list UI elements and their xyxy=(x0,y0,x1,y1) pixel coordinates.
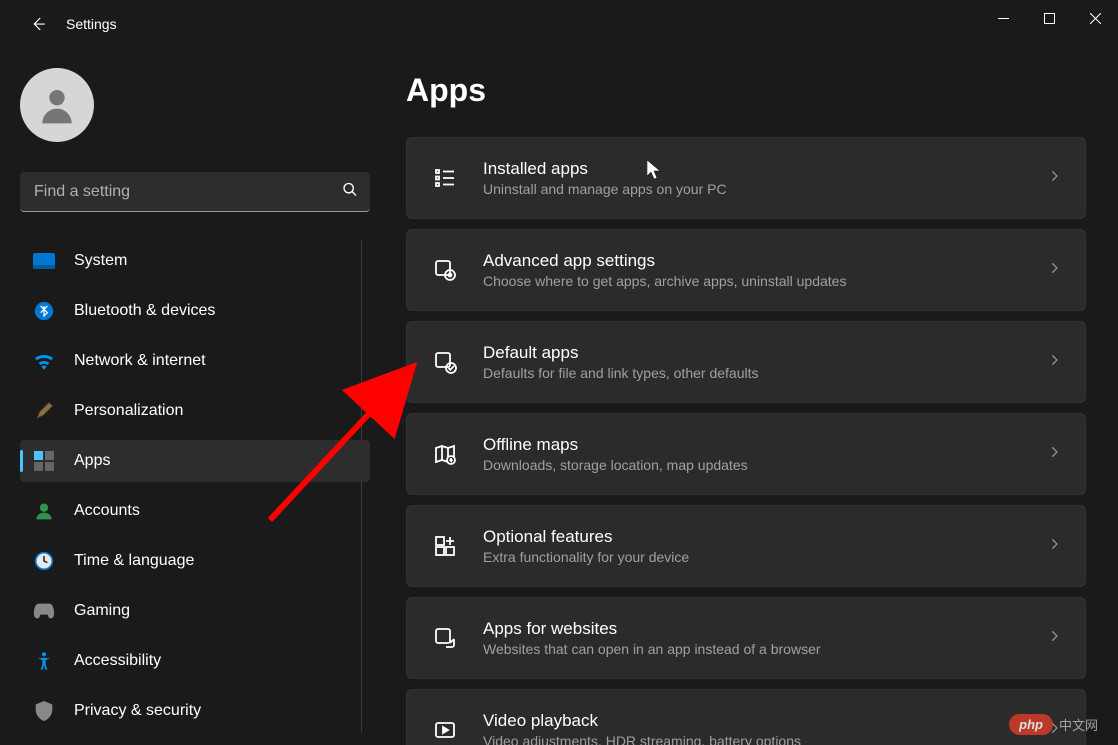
list-icon xyxy=(431,164,459,192)
bluetooth-icon xyxy=(32,299,56,323)
chevron-right-icon xyxy=(1047,353,1061,372)
gamepad-icon xyxy=(32,599,56,623)
card-subtitle: Downloads, storage location, map updates xyxy=(483,457,1047,473)
search-box xyxy=(20,172,370,212)
window-controls xyxy=(980,0,1118,36)
minimize-icon xyxy=(998,13,1009,24)
sidebar-item-privacy[interactable]: Privacy & security xyxy=(20,690,370,732)
card-subtitle: Video adjustments, HDR streaming, batter… xyxy=(483,733,1047,745)
brush-icon xyxy=(32,399,56,423)
card-title: Optional features xyxy=(483,527,1047,547)
back-button[interactable] xyxy=(18,4,58,44)
sidebar-item-label: Time & language xyxy=(74,552,194,570)
app-check-icon xyxy=(431,348,459,376)
sidebar-item-apps[interactable]: Apps xyxy=(20,440,370,482)
sidebar-item-network[interactable]: Network & internet xyxy=(20,340,370,382)
chevron-right-icon xyxy=(1047,537,1061,556)
sidebar-item-label: Accessibility xyxy=(74,652,161,670)
map-download-icon xyxy=(431,440,459,468)
back-arrow-icon xyxy=(29,15,47,33)
titlebar: Settings xyxy=(0,0,1118,48)
system-icon xyxy=(32,249,56,273)
card-installed-apps[interactable]: Installed apps Uninstall and manage apps… xyxy=(406,137,1086,219)
sidebar-item-system[interactable]: System xyxy=(20,240,370,282)
card-title: Installed apps xyxy=(483,159,1047,179)
apps-icon xyxy=(32,449,56,473)
sidebar-item-personalization[interactable]: Personalization xyxy=(20,390,370,432)
card-optional-features[interactable]: Optional features Extra functionality fo… xyxy=(406,505,1086,587)
card-title: Apps for websites xyxy=(483,619,1047,639)
sidebar-item-label: Apps xyxy=(74,452,110,470)
watermark: php 中文网 xyxy=(1009,714,1098,735)
account-icon xyxy=(32,499,56,523)
search-input[interactable] xyxy=(20,172,370,212)
sidebar-item-label: Personalization xyxy=(74,402,183,420)
card-subtitle: Choose where to get apps, archive apps, … xyxy=(483,273,1047,289)
app-link-icon xyxy=(431,624,459,652)
sidebar-item-label: Accounts xyxy=(74,502,140,520)
close-button[interactable] xyxy=(1072,0,1118,36)
minimize-button[interactable] xyxy=(980,0,1026,36)
card-subtitle: Defaults for file and link types, other … xyxy=(483,365,1047,381)
avatar[interactable] xyxy=(20,68,94,142)
card-title: Offline maps xyxy=(483,435,1047,455)
shield-icon xyxy=(32,699,56,723)
watermark-brand: php xyxy=(1009,714,1053,735)
card-subtitle: Uninstall and manage apps on your PC xyxy=(483,181,1047,197)
sidebar-item-label: Bluetooth & devices xyxy=(74,302,215,320)
chevron-right-icon xyxy=(1047,261,1061,280)
watermark-text: 中文网 xyxy=(1059,715,1098,734)
page-title: Apps xyxy=(406,72,1086,109)
person-icon xyxy=(35,83,79,127)
grid-plus-icon xyxy=(431,532,459,560)
card-title: Advanced app settings xyxy=(483,251,1047,271)
card-advanced-settings[interactable]: Advanced app settings Choose where to ge… xyxy=(406,229,1086,311)
card-title: Video playback xyxy=(483,711,1047,731)
chevron-right-icon xyxy=(1047,445,1061,464)
card-list: Installed apps Uninstall and manage apps… xyxy=(406,137,1086,745)
sidebar-item-label: System xyxy=(74,252,127,270)
sidebar-item-label: Network & internet xyxy=(74,352,206,370)
sidebar-item-label: Gaming xyxy=(74,602,130,620)
main-content: Apps Installed apps Uninstall and manage… xyxy=(370,48,1118,745)
chevron-right-icon xyxy=(1047,169,1061,188)
sidebar-item-accessibility[interactable]: Accessibility xyxy=(20,640,370,682)
wifi-icon xyxy=(32,349,56,373)
window-title: Settings xyxy=(66,16,117,32)
maximize-icon xyxy=(1044,13,1055,24)
card-subtitle: Extra functionality for your device xyxy=(483,549,1047,565)
close-icon xyxy=(1090,13,1101,24)
card-subtitle: Websites that can open in an app instead… xyxy=(483,641,1047,657)
chevron-right-icon xyxy=(1047,629,1061,648)
card-apps-websites[interactable]: Apps for websites Websites that can open… xyxy=(406,597,1086,679)
sidebar-item-accounts[interactable]: Accounts xyxy=(20,490,370,532)
maximize-button[interactable] xyxy=(1026,0,1072,36)
app-gear-icon xyxy=(431,256,459,284)
search-icon xyxy=(342,182,358,203)
sidebar-item-bluetooth[interactable]: Bluetooth & devices xyxy=(20,290,370,332)
video-icon xyxy=(431,716,459,744)
clock-icon xyxy=(32,549,56,573)
card-offline-maps[interactable]: Offline maps Downloads, storage location… xyxy=(406,413,1086,495)
accessibility-icon xyxy=(32,649,56,673)
card-default-apps[interactable]: Default apps Defaults for file and link … xyxy=(406,321,1086,403)
sidebar: System Bluetooth & devices Network & int… xyxy=(0,48,370,745)
sidebar-item-time[interactable]: Time & language xyxy=(20,540,370,582)
sidebar-item-label: Privacy & security xyxy=(74,702,201,720)
sidebar-item-gaming[interactable]: Gaming xyxy=(20,590,370,632)
card-title: Default apps xyxy=(483,343,1047,363)
card-video-playback[interactable]: Video playback Video adjustments, HDR st… xyxy=(406,689,1086,745)
nav-list: System Bluetooth & devices Network & int… xyxy=(20,240,362,732)
